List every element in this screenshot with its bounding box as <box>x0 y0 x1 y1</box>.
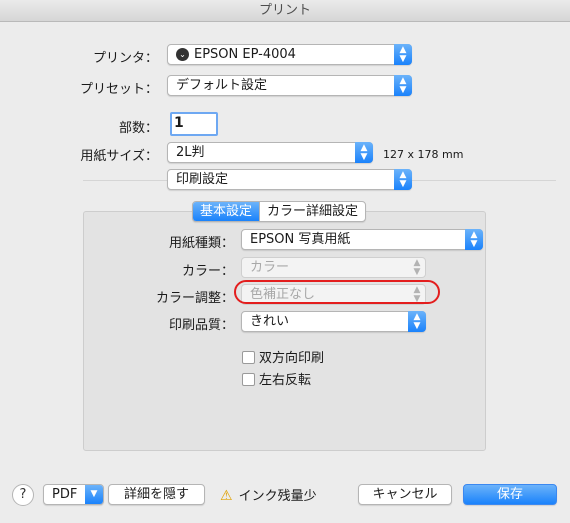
bidirectional-checkbox[interactable]: 双方向印刷 <box>242 347 324 366</box>
popup-arrows-icon: ▲ ▼ <box>394 75 412 96</box>
hide-details-button[interactable]: 詳細を隠す <box>108 484 205 505</box>
popup-arrows-icon: ▲ ▼ <box>413 258 421 277</box>
popup-arrows-icon: ▲ ▼ <box>394 44 412 65</box>
bidirectional-label: 双方向印刷 <box>259 351 325 366</box>
copies-field[interactable]: 1 <box>170 112 218 136</box>
tab-basic-settings[interactable]: 基本設定 <box>193 202 260 221</box>
pdf-label: PDF <box>52 487 78 502</box>
save-button[interactable]: 保存 <box>463 484 557 505</box>
pdf-menu-button[interactable]: PDF ▼ <box>43 484 104 505</box>
mirror-checkbox[interactable]: 左右反転 <box>242 369 311 388</box>
ink-warning-text: インク残量少 <box>238 489 317 504</box>
popup-arrows-icon: ▲ ▼ <box>408 311 426 332</box>
ink-warning: ⚠ インク残量少 <box>220 485 317 504</box>
preset-value: デフォルト設定 <box>176 78 268 93</box>
popup-arrows-icon: ▲ ▼ <box>394 169 412 190</box>
help-button[interactable]: ? <box>12 484 34 506</box>
paper-size-popup[interactable]: 2L判 ▲ ▼ <box>167 142 373 163</box>
chevron-down-icon: ▼ <box>85 485 103 504</box>
printer-status-icon: ⌄ <box>176 48 189 61</box>
popup-arrows-icon: ▲ ▼ <box>355 142 373 163</box>
section-value: 印刷設定 <box>176 172 229 187</box>
mirror-label: 左右反転 <box>259 373 312 388</box>
checkbox-box[interactable] <box>242 351 255 364</box>
highlight-annotation <box>234 280 440 304</box>
cancel-button[interactable]: キャンセル <box>358 484 452 505</box>
paper-size-label: 用紙サイズ： <box>80 149 158 164</box>
settings-tabs: 基本設定 カラー詳細設定 <box>192 201 367 222</box>
quality-value: きれい <box>250 314 290 329</box>
preset-popup[interactable]: デフォルト設定 ▲ ▼ <box>167 75 412 96</box>
warning-icon: ⚠ <box>220 488 233 504</box>
paper-type-value: EPSON 写真用紙 <box>250 232 351 247</box>
printer-value: EPSON EP-4004 <box>194 47 296 62</box>
checkbox-box[interactable] <box>242 373 255 386</box>
color-popup: カラー ▲ ▼ <box>241 257 426 278</box>
tab-color-settings[interactable]: カラー詳細設定 <box>259 202 365 221</box>
window-title: プリント <box>0 0 570 22</box>
paper-type-popup[interactable]: EPSON 写真用紙 ▲ ▼ <box>241 229 483 250</box>
section-popup[interactable]: 印刷設定 ▲ ▼ <box>167 169 412 190</box>
paper-type-label: 用紙種類： <box>168 236 234 251</box>
paper-size-value: 2L判 <box>176 145 205 160</box>
printer-popup[interactable]: ⌄ EPSON EP-4004 ▲ ▼ <box>167 44 412 65</box>
preset-label: プリセット： <box>79 82 158 97</box>
color-value: カラー <box>250 260 290 275</box>
copies-label: 部数： <box>118 121 158 136</box>
paper-dimensions: 127 x 178 mm <box>383 148 464 161</box>
quality-label: 印刷品質： <box>168 318 234 333</box>
popup-arrows-icon: ▲ ▼ <box>465 229 483 250</box>
color-label: カラー： <box>181 264 234 279</box>
color-adjust-label: カラー調整： <box>155 291 234 306</box>
quality-popup[interactable]: きれい ▲ ▼ <box>241 311 426 332</box>
printer-label: プリンタ： <box>92 51 158 66</box>
